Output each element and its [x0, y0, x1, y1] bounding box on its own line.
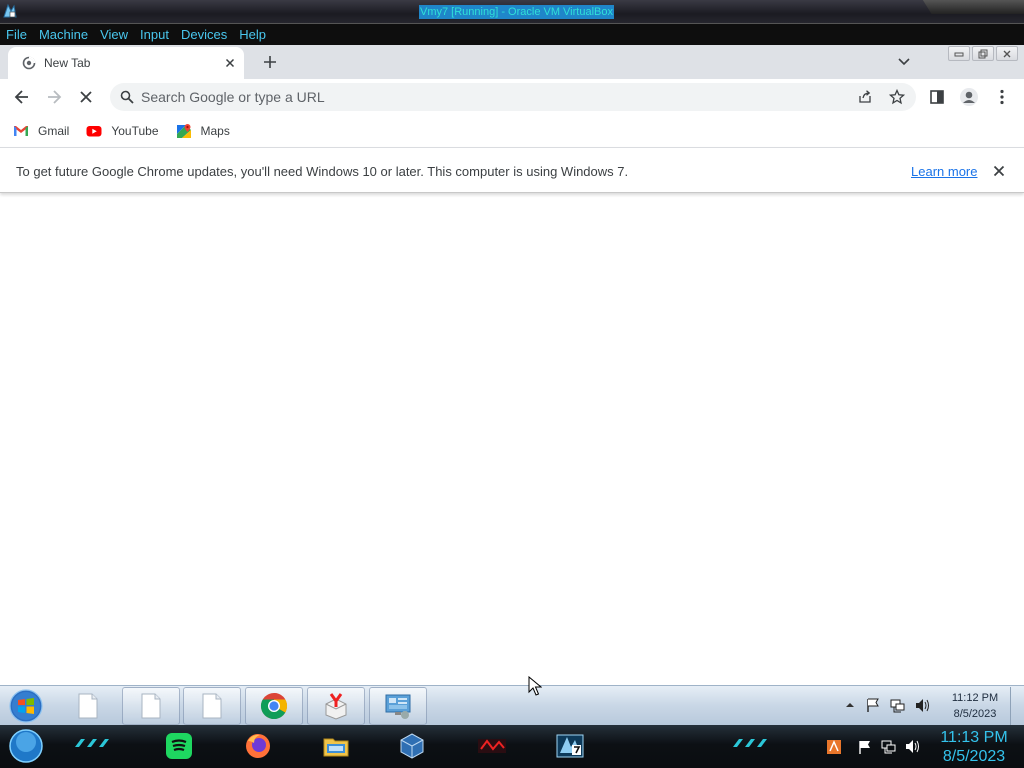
back-button[interactable]: [12, 87, 32, 107]
tab-search-chevron-icon[interactable]: [896, 55, 912, 69]
omnibox-input[interactable]: [141, 87, 841, 107]
close-tab-icon[interactable]: [222, 55, 238, 71]
close-window-button[interactable]: [996, 46, 1018, 61]
vm-icon: [556, 734, 584, 758]
mouse-cursor-icon: [528, 676, 542, 696]
host-network-icon[interactable]: [880, 738, 897, 755]
yandex-icon: [325, 693, 347, 720]
virtualbox-icon: [400, 733, 424, 759]
bookmark-maps[interactable]: Maps: [176, 123, 230, 139]
host-task-vm[interactable]: [553, 729, 587, 763]
forward-button[interactable]: [44, 87, 64, 107]
control-panel-icon: [385, 694, 411, 719]
host-task-virtualbox[interactable]: [395, 729, 429, 763]
host-decoration-right: [733, 739, 767, 747]
blank-file-icon: [78, 693, 98, 719]
infobar-message: To get future Google Chrome updates, you…: [16, 164, 629, 179]
host-start-orb[interactable]: [8, 728, 44, 764]
learn-more-link[interactable]: Learn more: [911, 164, 977, 179]
bookmarks-bar: Gmail YouTube Maps: [0, 115, 1024, 147]
host-taskbar: 11:13 PM 8/5/2023: [0, 725, 1024, 768]
chrome-tab-strip: New Tab: [0, 45, 1024, 79]
tab-new-tab[interactable]: New Tab: [8, 47, 244, 79]
show-hidden-icons-icon[interactable]: [844, 700, 856, 710]
guest-window-controls: [946, 46, 1018, 62]
vbox-menu-bar: File Machine View Input Devices Help: [0, 24, 1024, 45]
guest-screen: New Tab Search Google or type a URL Gmai…: [0, 45, 1024, 685]
blank-file-icon: [141, 693, 161, 719]
menu-view[interactable]: View: [100, 27, 128, 42]
guest-task-chrome[interactable]: [245, 687, 303, 725]
bookmark-gmail[interactable]: Gmail: [13, 123, 69, 139]
guest-task-yandex[interactable]: [307, 687, 365, 725]
minimize-button[interactable]: [948, 46, 970, 61]
file-explorer-icon: [323, 738, 349, 757]
host-clock[interactable]: 11:13 PM 8/5/2023: [934, 728, 1014, 766]
volume-icon[interactable]: [914, 697, 931, 714]
loading-tab-icon: [22, 56, 36, 70]
host-tray-app-icon[interactable]: [826, 739, 842, 755]
side-panel-icon[interactable]: [927, 87, 947, 107]
guest-task-control-panel[interactable]: [369, 687, 427, 725]
guest-show-desktop-button[interactable]: [1010, 687, 1022, 725]
close-window-icon: [1003, 50, 1011, 57]
stop-loading-button[interactable]: [76, 87, 96, 107]
bookmark-label: Gmail: [38, 124, 70, 138]
chrome-icon: [260, 692, 288, 720]
guest-task-blank-1[interactable]: [59, 687, 117, 725]
menu-devices[interactable]: Devices: [181, 27, 227, 42]
host-volume-icon[interactable]: [904, 738, 921, 755]
menu-file[interactable]: File: [6, 27, 27, 42]
gmail-icon: [14, 126, 28, 136]
game-icon: [478, 739, 506, 753]
host-time: 11:13 PM: [940, 729, 1008, 746]
guest-task-blank-2[interactable]: [122, 687, 180, 725]
blank-file-icon: [202, 693, 222, 719]
bookmark-label: Maps: [200, 124, 230, 138]
restore-icon: [978, 49, 988, 58]
host-action-center-flag-icon[interactable]: [857, 739, 873, 755]
titlebar-decoration: [922, 0, 1024, 14]
guest-taskbar: 11:12 PM 8/5/2023: [0, 685, 1024, 725]
firefox-icon: [246, 734, 270, 758]
maps-icon: [176, 124, 191, 138]
close-infobar-icon[interactable]: [992, 164, 1006, 178]
minimize-icon: [954, 52, 964, 56]
omnibox[interactable]: [110, 83, 916, 111]
update-infobar: To get future Google Chrome updates, you…: [0, 147, 1024, 193]
guest-task-blank-3[interactable]: [183, 687, 241, 725]
host-task-spotify[interactable]: [162, 729, 196, 763]
youtube-icon: [86, 126, 102, 137]
guest-date: 8/5/2023: [953, 708, 997, 720]
spotify-icon: [166, 733, 192, 759]
bookmark-youtube[interactable]: YouTube: [86, 123, 159, 139]
vbox-window-title: Vmy7 [Running] - Oracle VM VirtualBox: [419, 5, 614, 19]
host-date: 8/5/2023: [942, 748, 1006, 765]
guest-start-button[interactable]: [7, 688, 45, 724]
chrome-toolbar: [0, 79, 1024, 115]
network-icon[interactable]: [889, 697, 906, 714]
share-icon[interactable]: [857, 89, 873, 105]
menu-input[interactable]: Input: [140, 27, 169, 42]
vbox-title-bar: Vmy7 [Running] - Oracle VM VirtualBox: [0, 0, 1024, 24]
guest-clock[interactable]: 11:12 PM 8/5/2023: [940, 690, 1010, 722]
guest-time: 11:12 PM: [951, 692, 999, 704]
host-decoration-left: [75, 739, 109, 747]
profile-avatar-icon[interactable]: [959, 87, 979, 107]
host-task-firefox[interactable]: [241, 729, 275, 763]
host-task-file-explorer[interactable]: [319, 729, 353, 763]
new-tab-button[interactable]: [259, 53, 281, 71]
menu-machine[interactable]: Machine: [39, 27, 88, 42]
virtualbox-app-icon[interactable]: [2, 3, 18, 19]
menu-help[interactable]: Help: [239, 27, 266, 42]
tab-title: New Tab: [44, 56, 91, 70]
bookmark-label: YouTube: [111, 124, 159, 138]
host-task-game[interactable]: [475, 729, 509, 763]
action-center-flag-icon[interactable]: [865, 697, 881, 713]
search-icon: [120, 90, 134, 104]
maximize-button[interactable]: [972, 46, 994, 61]
chrome-menu-icon[interactable]: [992, 87, 1012, 107]
bookmark-star-icon[interactable]: [889, 89, 905, 105]
